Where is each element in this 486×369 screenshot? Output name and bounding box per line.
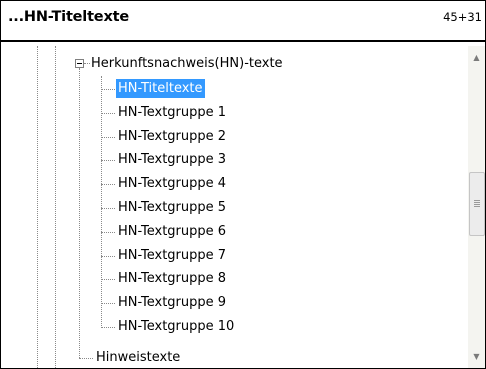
tree-connector [101, 160, 115, 161]
tree-node-herkunftsnachweis-texte[interactable]: Herkunftsnachweis(HN)-texte [89, 54, 285, 73]
scroll-thumb[interactable] [469, 172, 485, 236]
scroll-up-arrow[interactable]: ▲ [468, 49, 485, 66]
collapse-toggle-icon[interactable] [75, 59, 84, 68]
tree-node-child[interactable]: HN-Textgruppe 5 [116, 198, 228, 217]
tree-connector [101, 89, 115, 90]
tree-connector [101, 303, 115, 304]
panel-frame: ...HN-Titeltexte 45+31 Herkunftsnachweis… [0, 0, 486, 369]
grip-line [474, 200, 480, 201]
tree-connector [101, 113, 115, 114]
tree-connector [101, 232, 115, 233]
tree-node-child[interactable]: HN-Titeltexte [116, 79, 205, 98]
tree-node-child[interactable]: HN-Textgruppe 1 [116, 103, 228, 122]
tree-connector [101, 137, 115, 138]
tree-node-child[interactable]: HN-Textgruppe 6 [116, 222, 228, 241]
tree-guide-line [79, 68, 80, 358]
item-counter: 45+31 [443, 10, 482, 24]
tree-node-child[interactable]: HN-Textgruppe 2 [116, 127, 228, 146]
triangle-up-icon: ▲ [473, 53, 480, 62]
tree-connector [101, 256, 115, 257]
tree-node-child[interactable]: HN-Textgruppe 7 [116, 246, 228, 265]
tree-guide-line [55, 46, 56, 368]
grip-line [474, 204, 480, 205]
tree-guide-line [37, 46, 38, 368]
grip-line [474, 206, 480, 207]
tree-node-child[interactable]: HN-Textgruppe 4 [116, 174, 228, 193]
tree-node-child[interactable]: HN-Textgruppe 10 [116, 317, 236, 336]
tree-connector [101, 327, 115, 328]
triangle-down-icon: ▼ [473, 352, 480, 361]
tree-node-child[interactable]: HN-Textgruppe 3 [116, 150, 228, 169]
grip-line [474, 202, 480, 203]
panel-header: ...HN-Titeltexte 45+31 [1, 1, 485, 40]
scroll-down-arrow[interactable]: ▼ [468, 348, 485, 365]
tree-connector [101, 184, 115, 185]
tree-view[interactable]: Herkunftsnachweis(HN)-texte HN-Titeltext… [10, 46, 468, 368]
vertical-scrollbar[interactable]: ▲ ▼ [468, 46, 485, 368]
tree-connector [101, 208, 115, 209]
tree-node-child[interactable]: HN-Textgruppe 8 [116, 269, 228, 288]
header-divider [1, 40, 485, 42]
tree-connector [101, 279, 115, 280]
panel-title: ...HN-Titeltexte [8, 9, 129, 25]
tree-connector [79, 358, 93, 359]
tree-node-hinweistexte[interactable]: Hinweistexte [94, 348, 182, 367]
tree-node-child[interactable]: HN-Textgruppe 9 [116, 293, 228, 312]
